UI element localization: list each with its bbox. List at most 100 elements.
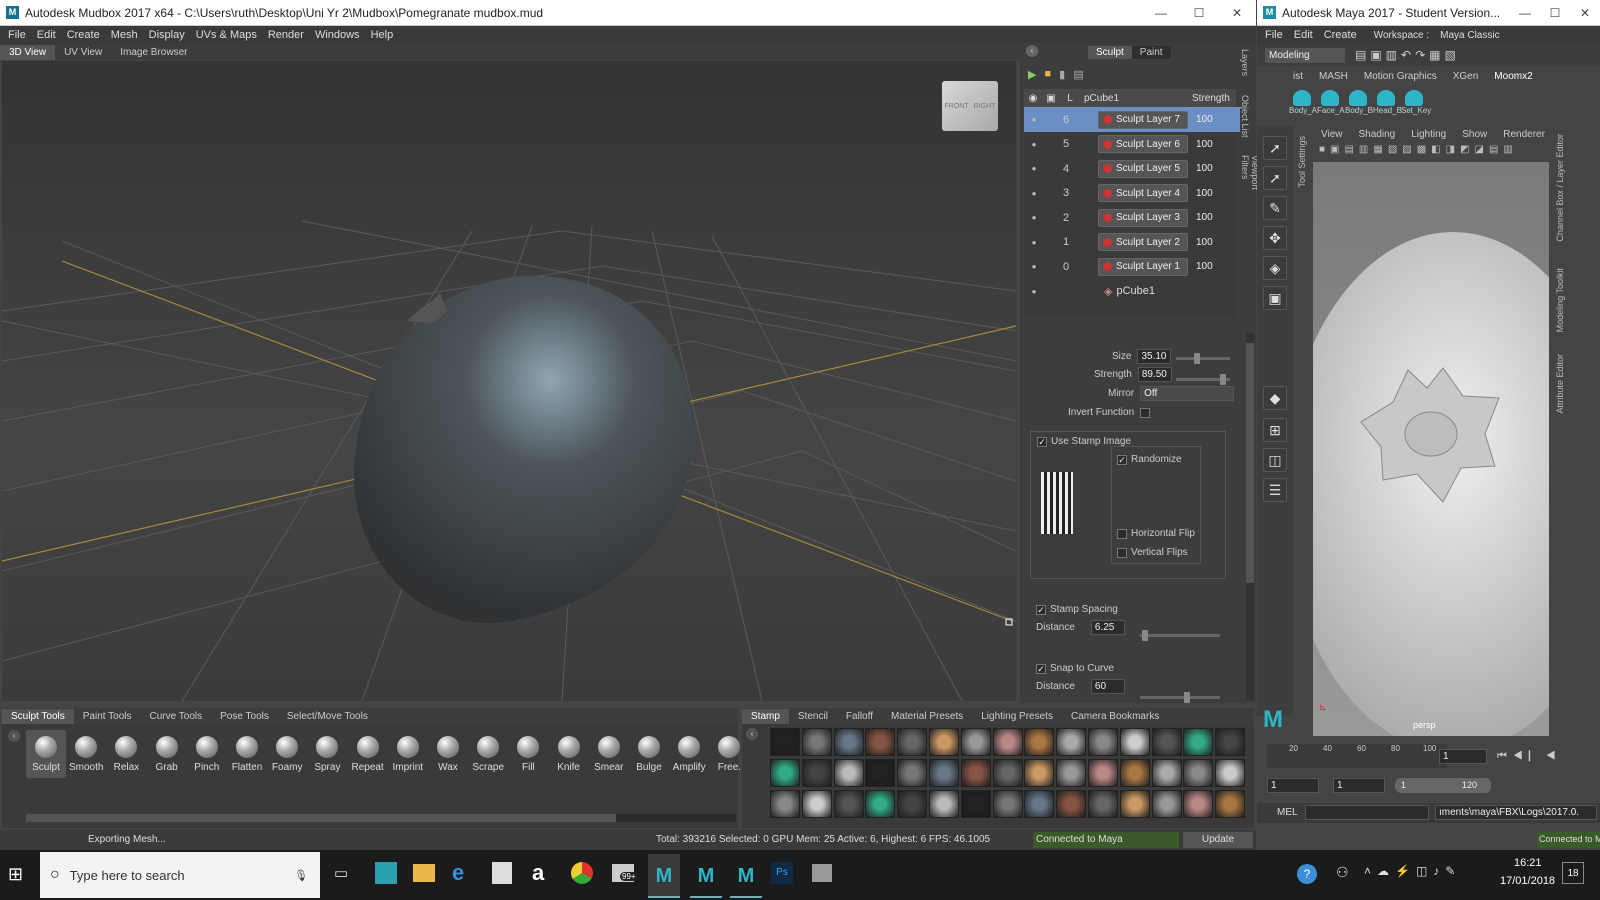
mel-input[interactable] [1305,805,1429,820]
layer-name[interactable]: Sculpt Layer 6 [1098,135,1188,153]
stamp-thumbnail[interactable] [1151,728,1182,756]
layer-visibility-icon[interactable]: ● [1024,140,1044,149]
layer-name[interactable]: Sculpt Layer 1 [1098,257,1188,276]
stamp-thumbnail[interactable] [1215,759,1246,787]
stamp-thumbnail[interactable] [992,790,1023,818]
maya-menu-edit[interactable]: Edit [1294,29,1313,41]
tool-knife[interactable]: Knife [549,730,589,773]
mudbox-taskbar-icon-2[interactable]: M [690,854,722,898]
stamp-thumbnail[interactable] [897,728,928,756]
stamp-thumbnail[interactable] [1056,759,1087,787]
start-button-icon[interactable]: ⊞ [8,864,23,885]
tab-sculpt-tools[interactable]: Sculpt Tools [2,708,74,724]
layer-name[interactable]: Sculpt Layer 2 [1098,233,1188,251]
layer-visibility-icon[interactable]: ● [1024,262,1044,271]
stamp-thumbnail[interactable] [1088,790,1118,818]
tool-relax[interactable]: Relax [106,730,146,773]
delete-layer-icon[interactable]: ▮ [1059,68,1065,81]
tool-imprint[interactable]: Imprint [388,730,428,773]
panel-menu-lighting[interactable]: Lighting [1403,128,1454,142]
stamp-thumbnail[interactable] [929,759,959,787]
tab-camera-bookmarks[interactable]: Camera Bookmarks [1062,709,1168,724]
stamp-thumbnail[interactable] [1151,759,1182,787]
maya-maximize-button[interactable]: ☐ [1540,6,1570,20]
tab-curve-tools[interactable]: Curve Tools [141,709,212,724]
photoshop-icon[interactable]: Ps [771,862,793,884]
tab-image-browser[interactable]: Image Browser [111,45,196,60]
snap-to-curve-checkbox[interactable]: ✓ [1036,663,1046,674]
stamp-thumbnail[interactable] [865,759,896,787]
stamp-thumbnail[interactable] [1024,759,1055,787]
layer-row[interactable]: ● 3 Sculpt Layer 4 100 [1024,181,1240,206]
tab-falloff[interactable]: Falloff [837,709,882,724]
vertical-flips-checkbox[interactable] [1117,547,1127,558]
panel-menu-renderer[interactable]: Renderer [1495,128,1553,142]
stamp-thumbnail[interactable] [1119,728,1150,756]
tool-flatten[interactable]: Flatten [227,730,267,773]
properties-scrollbar[interactable] [1246,333,1254,701]
channel-box-tab[interactable]: Channel Box / Layer Editor [1555,134,1565,242]
stamp-thumbnail[interactable] [1151,790,1182,818]
people-icon[interactable]: ⚇ [1336,864,1349,881]
panel-menu-shading[interactable]: Shading [1351,128,1404,142]
mudbox-taskbar-icon-1[interactable]: M [648,854,680,898]
amazon-icon[interactable]: a [532,860,544,886]
layer-visibility-icon[interactable]: ● [1024,164,1044,173]
menu-edit[interactable]: Edit [37,29,56,41]
attribute-editor-tab[interactable]: Attribute Editor [1555,354,1565,414]
stamp-thumbnail[interactable] [1119,790,1150,818]
stamp-thumbnail[interactable] [897,759,928,787]
stamp-thumbnail[interactable] [1088,728,1118,756]
menu-file[interactable]: File [8,29,26,41]
stamp-thumbnail[interactable] [992,728,1023,756]
taskbar-search-input[interactable]: Type here to search [70,868,185,883]
toolbar-icons[interactable]: ▤▣▥↶↷▦▧ [1355,48,1460,62]
distance-field[interactable]: 6.25 [1090,620,1125,635]
mode-select[interactable]: Modeling [1265,47,1345,63]
layer-strength[interactable]: 100 [1196,139,1213,150]
layer-row[interactable]: ● 2 Sculpt Layer 3 100 [1024,205,1240,230]
store-app-icon[interactable] [375,862,397,884]
shelf-tab-xgen[interactable]: XGen [1445,70,1487,83]
tools-scroll-left-icon[interactable]: ‹ [8,730,20,742]
layer-visibility-icon[interactable]: ● [1024,189,1044,198]
time-slider[interactable]: 20 40 60 80 100 [1267,744,1447,768]
mirror-select[interactable]: Off [1140,386,1235,401]
lasso-tool-icon[interactable]: ➚ [1263,166,1287,190]
shelf-item-head-b[interactable]: Head_B [1373,90,1402,115]
tab-stamp[interactable]: Stamp [742,708,789,724]
viewcube-front[interactable]: FRONT [945,103,969,110]
menu-mesh[interactable]: Mesh [111,29,138,41]
update-button[interactable]: Update [1183,832,1253,848]
stamp-thumbnail[interactable] [801,728,832,756]
stamp-thumbnail[interactable] [865,790,896,818]
layer-visibility-icon[interactable]: ● [1024,115,1044,124]
stamp-thumbnail[interactable] [770,790,800,818]
modeling-toolkit-tab[interactable]: Modeling Toolkit [1555,268,1565,332]
tool-settings-tab[interactable]: Tool Settings [1297,136,1307,188]
layout-two-icon[interactable]: ◫ [1263,448,1287,472]
panel-collapse-icon[interactable]: ‹ [1026,45,1038,57]
mail-app-icon[interactable]: 99+ [612,864,638,882]
base-layer-row[interactable]: ● ◈ pCube1 [1024,279,1240,304]
stamp-scroll-left-icon[interactable]: ‹ [746,728,758,740]
strength-field[interactable]: 89.50 [1137,367,1172,382]
tool-fill[interactable]: Fill [508,730,548,773]
tab-pose-tools[interactable]: Pose Tools [211,709,278,724]
layout-four-icon[interactable]: ⊞ [1263,418,1287,442]
tab-3d-view[interactable]: 3D View [0,44,56,60]
tool-grab[interactable]: Grab [147,730,187,773]
range-start-field[interactable]: 1 [1267,778,1319,793]
range-inner-start-field[interactable]: 1 [1333,778,1385,793]
layer-strength[interactable]: 100 [1196,212,1213,223]
stamp-thumbnail[interactable] [960,790,991,818]
misc-app-icon[interactable] [812,864,832,882]
shopping-bag-icon[interactable] [492,862,512,884]
menu-help[interactable]: Help [371,29,394,41]
shelf-tab-moomx2[interactable]: Moomx2 [1486,70,1540,83]
viewport-toolbar[interactable]: ■▣▤▥▦▧▨▩◧◨◩◪▤▥ [1319,144,1549,158]
close-button[interactable]: ✕ [1218,6,1256,20]
taskbar-search[interactable]: ○ Type here to search 🎙 [40,852,320,898]
layer-visibility-icon[interactable]: ● [1024,213,1044,222]
new-layer-icon[interactable]: ▶ [1028,68,1036,81]
